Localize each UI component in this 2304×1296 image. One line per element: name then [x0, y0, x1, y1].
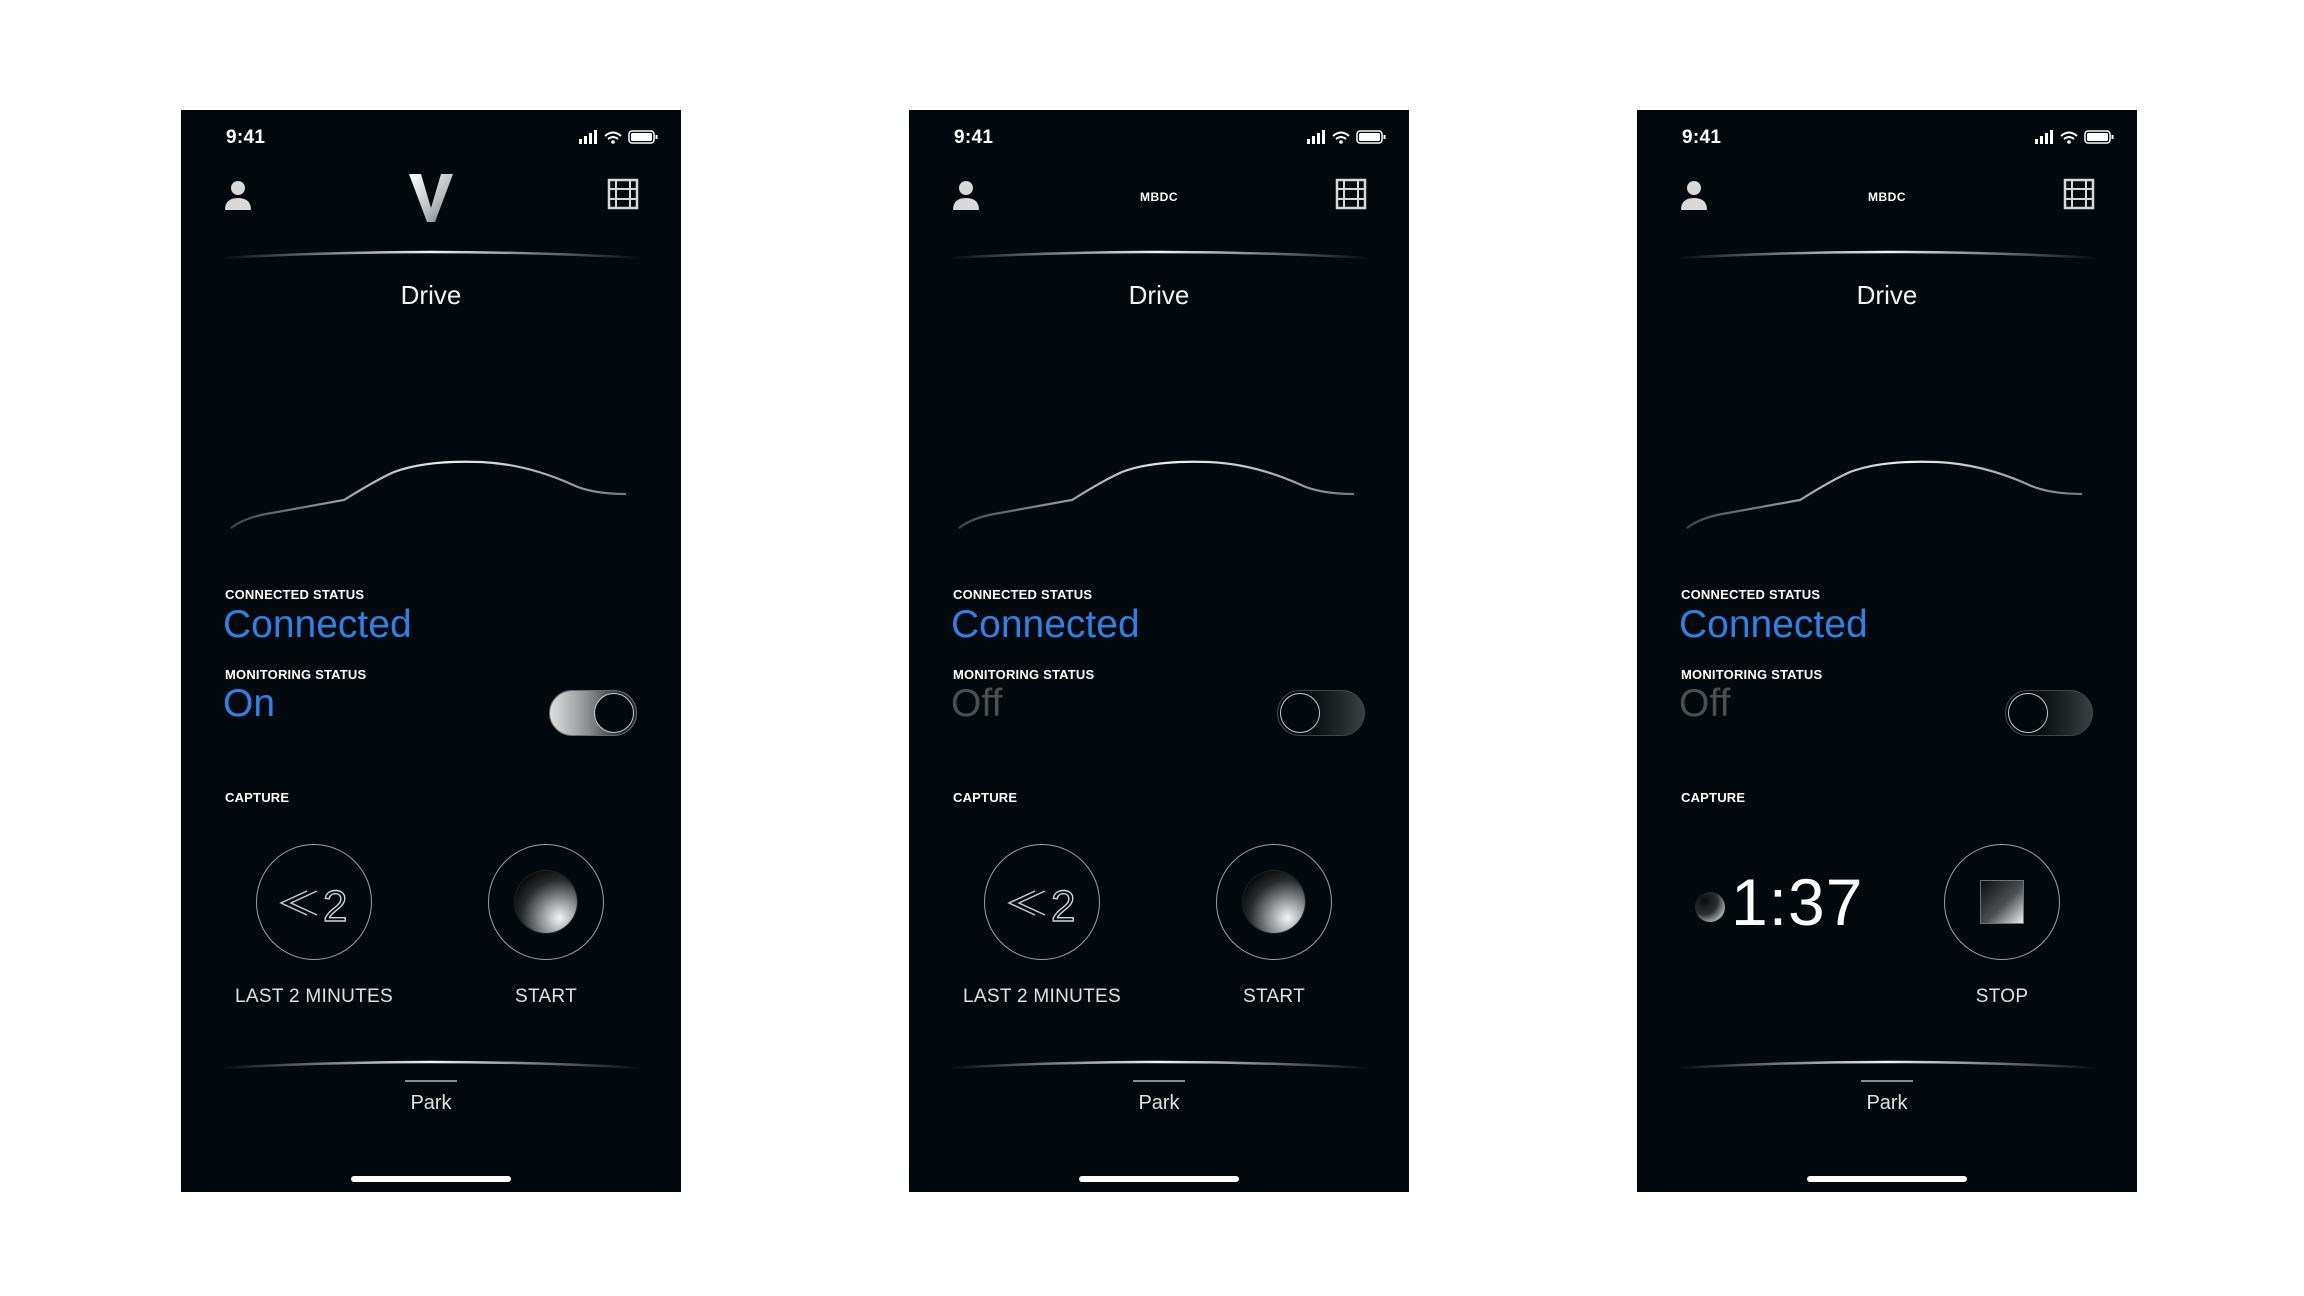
connected-status-value: Connected	[1679, 603, 1868, 646]
film-grid-icon[interactable]	[1335, 178, 1367, 210]
rewind-digit: 2	[323, 882, 347, 927]
signal-icon	[2035, 130, 2053, 144]
phone-screen-monitoring-off: 9:41 MBDC Drive CONNECTED STATUS Connect…	[909, 110, 1409, 1192]
toggle-knob	[2008, 693, 2048, 733]
car-silhouette	[958, 460, 1355, 529]
monitoring-status-label: MONITORING STATUS	[953, 667, 1095, 682]
battery-icon	[1356, 130, 1386, 144]
record-orb-icon	[1243, 871, 1305, 933]
monitoring-status-value: Off	[1679, 682, 1731, 725]
toggle-knob	[594, 693, 634, 733]
connected-status-label: CONNECTED STATUS	[1681, 587, 1821, 602]
status-bar-icons	[579, 130, 658, 144]
start-button[interactable]	[1216, 844, 1332, 960]
status-bar-icons	[1307, 130, 1386, 144]
park-indicator	[1133, 1080, 1185, 1082]
rewind-icon: 2	[279, 881, 348, 927]
phone-screen-recording: 9:41 MBDC Drive CONNECTED STATUS Connect…	[1637, 110, 2137, 1192]
capture-label: CAPTURE	[953, 790, 1018, 805]
rewind-icon: 2	[1007, 881, 1076, 927]
brand-text: MBDC	[1140, 190, 1178, 204]
page-title: Drive	[1856, 280, 1918, 310]
film-grid-icon[interactable]	[607, 178, 639, 210]
film-grid-icon[interactable]	[2063, 178, 2095, 210]
monitoring-status-label: MONITORING STATUS	[225, 667, 367, 682]
capture-label: CAPTURE	[1681, 790, 1746, 805]
toggle-knob	[1280, 693, 1320, 733]
recording-indicator-icon	[1695, 892, 1725, 922]
home-indicator[interactable]	[1079, 1176, 1239, 1182]
wifi-icon	[1332, 131, 1350, 140]
top-divider	[221, 250, 641, 260]
capture-label: CAPTURE	[225, 790, 290, 805]
park-indicator	[1861, 1080, 1913, 1082]
battery-icon	[628, 130, 658, 144]
bottom-divider	[221, 1060, 641, 1070]
park-tab[interactable]: Park	[1637, 1092, 2137, 1115]
connected-status-value: Connected	[951, 603, 1140, 646]
connected-status-value: Connected	[223, 603, 412, 646]
brand-text: MBDC	[1868, 190, 1906, 204]
last-2-minutes-label: LAST 2 MINUTES	[235, 986, 393, 1007]
stop-label: STOP	[1975, 986, 2029, 1007]
top-divider	[1677, 250, 2097, 260]
brand-logo	[409, 174, 453, 222]
monitoring-status-value: Off	[951, 682, 1003, 725]
home-indicator[interactable]	[351, 1176, 511, 1182]
last-2-minutes-label: LAST 2 MINUTES	[963, 986, 1121, 1007]
record-orb-icon	[515, 871, 577, 933]
start-label: START	[514, 986, 578, 1007]
stop-icon	[1980, 880, 2024, 924]
status-bar-icons	[2035, 130, 2114, 144]
status-time: 9:41	[1682, 127, 1722, 148]
monitoring-toggle[interactable]	[1277, 690, 1365, 736]
wifi-icon	[604, 131, 622, 140]
car-silhouette	[230, 460, 627, 529]
bottom-divider	[1677, 1060, 2097, 1070]
last-2-minutes-button[interactable]: 2	[984, 844, 1100, 960]
home-indicator[interactable]	[1807, 1176, 1967, 1182]
park-tab[interactable]: Park	[909, 1092, 1409, 1115]
stop-button[interactable]	[1944, 844, 2060, 960]
bottom-divider	[949, 1060, 1369, 1070]
connected-status-label: CONNECTED STATUS	[953, 587, 1093, 602]
last-2-minutes-button[interactable]: 2	[256, 844, 372, 960]
monitoring-toggle[interactable]	[549, 690, 637, 736]
signal-icon	[1307, 130, 1325, 144]
park-tab[interactable]: Park	[181, 1092, 681, 1115]
page-title: Drive	[1128, 280, 1190, 310]
signal-icon	[579, 130, 597, 144]
connected-status-label: CONNECTED STATUS	[225, 587, 365, 602]
status-time: 9:41	[954, 127, 994, 148]
page-title: Drive	[400, 280, 462, 310]
battery-icon	[2084, 130, 2114, 144]
status-time: 9:41	[226, 127, 266, 148]
monitoring-status-value: On	[223, 682, 276, 725]
start-button[interactable]	[488, 844, 604, 960]
start-label: START	[1242, 986, 1306, 1007]
recording-timer: 1:37	[1731, 865, 1864, 939]
park-indicator	[405, 1080, 457, 1082]
monitoring-toggle[interactable]	[2005, 690, 2093, 736]
person-icon[interactable]	[223, 178, 253, 212]
phone-screen-monitoring-on: 9:41 Drive CONNECTED STATUS Connected MO…	[181, 110, 681, 1192]
top-divider	[949, 250, 1369, 260]
monitoring-status-label: MONITORING STATUS	[1681, 667, 1823, 682]
rewind-digit: 2	[1051, 882, 1075, 927]
car-silhouette	[1686, 460, 2083, 529]
wifi-icon	[2060, 131, 2078, 140]
